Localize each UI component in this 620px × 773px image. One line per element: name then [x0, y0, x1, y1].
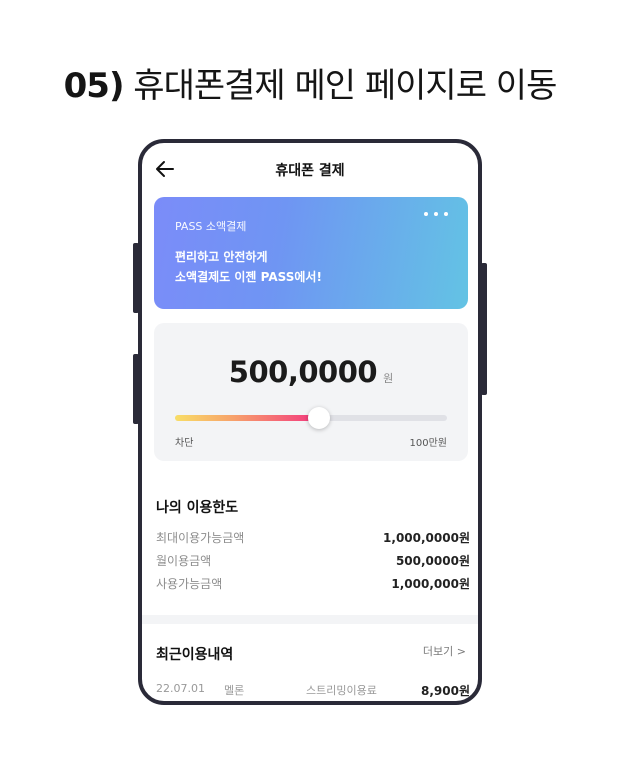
step-title: 휴대폰결제 메인 페이지로 이동	[133, 66, 557, 106]
limit-row: 최대이용가능금액 1,000,0000원	[156, 529, 470, 547]
limit-row: 월이용금액 500,0000원	[156, 552, 470, 570]
screen-title: 휴대폰 결제	[275, 163, 345, 179]
limit-row-label: 사용가능금액	[156, 577, 223, 591]
my-limit-title: 나의 이용한도	[156, 500, 239, 516]
limit-amount-unit: 원	[383, 372, 394, 385]
item-merchant: 멜론	[224, 684, 245, 697]
pass-banner-card[interactable]: PASS 소액결제 편리하고 안전하게 소액결제도 이젠 PASS에서!	[154, 197, 468, 309]
top-bar: 휴대폰 결제	[142, 143, 478, 199]
limit-row-label: 최대이용가능금액	[156, 531, 245, 545]
recent-history-item[interactable]: 22.07.01 멜론 스트리밍이용료 8,900원	[156, 682, 470, 700]
slider-fill	[175, 415, 319, 421]
limit-setting-panel: 500,0000 원 차단 100만원	[154, 323, 468, 461]
pass-banner-line2: 소액결제도 이젠 PASS에서!	[175, 270, 322, 284]
section-divider	[142, 615, 478, 624]
limit-row-value: 500,0000원	[395, 554, 470, 568]
limit-amount: 500,0000 원	[154, 355, 468, 389]
limit-slider[interactable]	[175, 407, 447, 429]
slider-max-label: 100만원	[409, 438, 448, 449]
pass-banner-subtitle: PASS 소액결제	[175, 220, 247, 233]
item-amount: 8,900원	[421, 684, 470, 698]
more-link[interactable]: 더보기 >	[423, 643, 466, 659]
limit-row-value: 1,000,000원	[391, 577, 470, 591]
page-heading: 05) 휴대폰결제 메인 페이지로 이동	[0, 64, 620, 108]
limit-row-label: 월이용금액	[156, 554, 212, 568]
slider-thumb[interactable]	[308, 407, 330, 429]
more-dots-icon[interactable]	[424, 210, 448, 220]
slider-min-label: 차단	[175, 438, 194, 449]
limit-amount-value: 500,0000	[228, 355, 378, 389]
step-number: 05)	[63, 66, 125, 106]
phone-screen: 휴대폰 결제 PASS 소액결제 편리하고 안전하게 소액결제도 이젠 PASS…	[138, 139, 482, 705]
recent-history-title: 최근이용내역	[156, 647, 234, 663]
item-type: 스트리밍이용료	[306, 684, 377, 697]
pass-banner-line1: 편리하고 안전하게	[175, 250, 268, 264]
limit-row: 사용가능금액 1,000,000원	[156, 575, 470, 593]
limit-row-value: 1,000,0000원	[383, 531, 470, 545]
item-date: 22.07.01	[156, 682, 205, 695]
